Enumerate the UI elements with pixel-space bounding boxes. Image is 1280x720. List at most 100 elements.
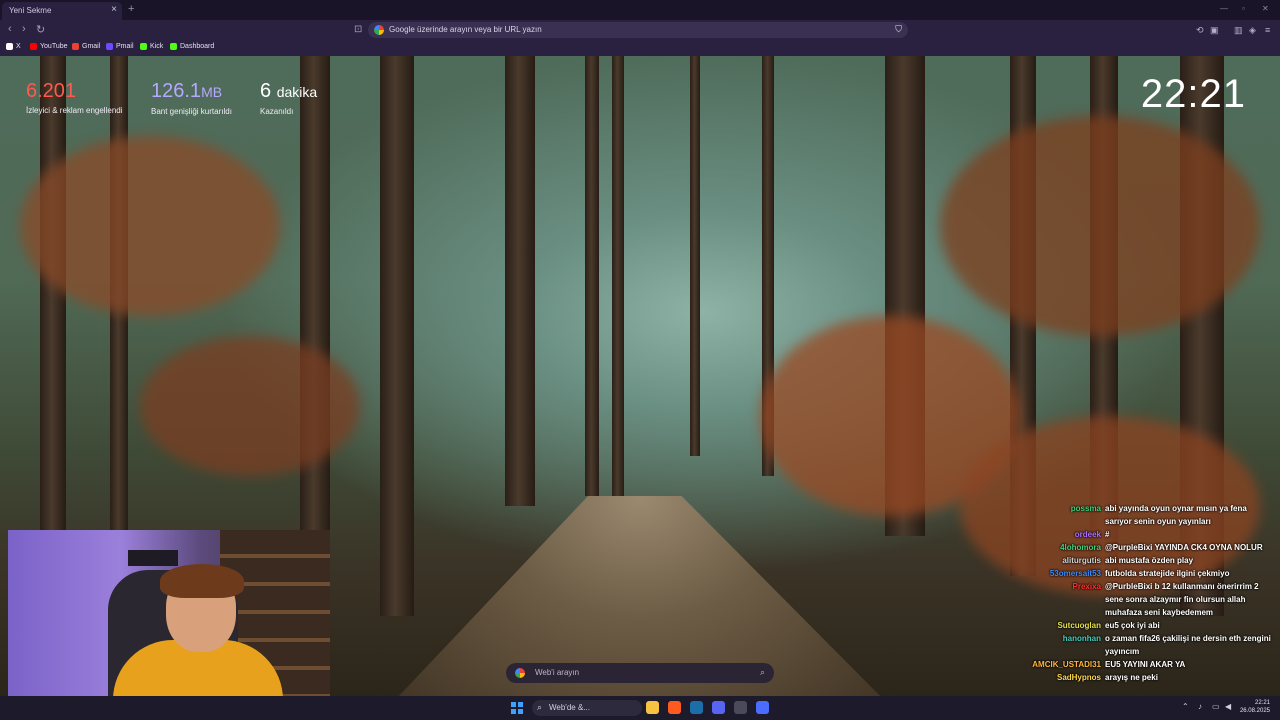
bookmark-gmail[interactable]: Gmail [72,43,100,50]
address-placeholder: Google üzerinde arayın veya bir URL yazı… [389,25,542,34]
bookmark-kick[interactable]: Kick [140,43,163,50]
bookmark-pmail[interactable]: Pmail [106,43,134,50]
chat-username: SadHypnos [1056,673,1101,682]
maximize-icon[interactable]: ▫ [1242,4,1245,13]
tab-new-tab[interactable]: Yeni Sekme × [2,2,122,20]
chat-text: arayış ne peki [1105,673,1158,682]
web-search-placeholder: Web'i arayın [535,668,580,677]
bookmark-x[interactable]: X [6,43,21,50]
bookmark-label: Pmail [116,43,134,50]
sidebar-icon[interactable]: ▥ [1234,25,1243,36]
address-bar[interactable]: Google üzerinde arayın veya bir URL yazı… [368,22,908,38]
stat-bandwidth-saved: 126.1MB Bant genişliği kurtarıldı [151,80,232,116]
bookmark-youtube[interactable]: YouTube [30,43,68,50]
chat-text: futbolda stratejide ilgini çekmiyo [1105,569,1230,578]
chat-text: @PurbleBixi b 12 kullanmanı önerirrim 2 … [1105,582,1259,617]
taskbar-date: 26.08.2025 [1239,708,1270,714]
chat-message: AMCIK_USTADI31 EU5 YAYINI AKAR YA [1000,658,1280,671]
chat-text: # [1105,530,1110,539]
brave-shield-icon[interactable]: ⛉ [895,24,902,35]
bookmarks-bar: X YouTube Gmail Pmail Kick Dashboard [0,40,1280,56]
chat-text: EU5 YAYINI AKAR YA [1105,660,1186,669]
steam-icon[interactable] [690,701,703,714]
chat-message: ordeek # [1000,528,1280,541]
stream-chat-overlay: possma abi yayında oyun oynar mısın ya fe… [1000,502,1280,684]
chat-username: AMCIK_USTADI31 [1032,660,1101,669]
taskbar-search[interactable]: ⌕ Web'de &... [532,700,642,716]
stat-trackers-value: 6.201 [26,80,77,102]
taskbar-time: 22:21 [1254,700,1270,706]
chevron-up-icon[interactable]: ⌃ [1182,702,1189,711]
chat-text: @PurpleBixi YAYINDA CK4 OYNA NOLUR [1105,543,1263,552]
bookmark-label: YouTube [40,43,68,50]
stat-trackers-label: İzleyici & reklam engellendi [26,106,123,115]
taskbar-clock[interactable]: 22:21 26.08.2025 [1240,699,1270,715]
chat-username: possma [1070,504,1101,513]
web-search-box[interactable]: Web'i arayın ⌕ [506,663,774,683]
app-icon[interactable] [756,701,769,714]
reload-icon[interactable]: ↻ [36,23,45,36]
stat-time-label: Kazanıldı [260,107,294,116]
chat-username: 53omersait53 [1049,569,1101,578]
vpn-icon[interactable]: ◈ [1249,25,1256,36]
chat-message: aliturgutis abi mustafa özden play [1000,554,1280,567]
desktop-screen: Yeni Sekme × + — ▫ ✕ ‹ › ↻ ⊡ Google üzer… [0,0,1280,720]
chat-message: 4lohomora @PurpleBixi YAYINDA CK4 OYNA NO… [1000,541,1280,554]
bookmark-label: Dashboard [180,43,215,50]
network-icon[interactable]: ▭ [1212,702,1220,711]
chat-message: Sutcuoglan eu5 çok iyi abi [1000,619,1280,632]
chat-username: hanonhan [1062,634,1101,643]
minimize-icon[interactable]: — [1220,4,1228,13]
kick-icon [140,43,147,50]
wallet-icon[interactable]: ▣ [1210,25,1219,36]
forward-icon[interactable]: › [22,23,26,35]
search-icon: ⌕ [537,702,543,712]
back-icon[interactable]: ‹ [8,23,12,35]
stat-trackers-blocked: 6.201 İzleyici & reklam engellendi [26,80,123,115]
stat-time-saved: 6 dakika Kazanıldı [260,80,317,116]
chat-message: SadHypnos arayış ne peki [1000,671,1280,684]
extensions-icon[interactable]: ⟲ [1196,25,1204,36]
windows-start-icon[interactable] [511,702,523,714]
file-explorer-icon[interactable] [646,701,659,714]
new-tab-icon[interactable]: + [128,3,134,15]
bookmark-dashboard[interactable]: Dashboard [170,43,214,50]
dashboard-icon [170,43,177,50]
webcam-overlay [8,530,330,710]
google-icon [374,25,384,35]
volume-icon[interactable]: ◀ [1225,702,1231,711]
chat-username: Prexixa [1072,582,1101,591]
youtube-icon [30,43,37,50]
window-close-icon[interactable]: ✕ [1262,4,1269,13]
search-icon[interactable]: ⌕ [760,667,765,678]
chat-username: Sutcuoglan [1057,621,1101,630]
chat-message: 53omersait53 futbolda stratejide ilgini ç… [1000,567,1280,580]
google-icon [515,668,525,678]
discord-icon[interactable] [712,701,725,714]
chat-text: o zaman fifa26 çakilişi ne dersin eth ze… [1105,634,1271,656]
chat-text: eu5 çok iyi abi [1105,621,1160,630]
chat-username: ordeek [1074,530,1101,539]
bookmark-label: Gmail [82,43,101,50]
microphone-icon[interactable]: ♪ [1198,702,1202,711]
chat-text: abi mustafa özden play [1105,556,1194,565]
chat-message: Prexixa @PurbleBixi b 12 kullanmanı öneri… [1000,580,1280,619]
clock-widget: 22:21 [1140,72,1246,116]
chat-username: 4lohomora [1060,543,1101,552]
chat-username: aliturgutis [1062,556,1101,565]
bookmark-icon[interactable]: ⊡ [354,24,362,35]
stat-bandwidth-label: Bant genişliği kurtarıldı [151,107,232,116]
brave-browser-icon[interactable] [668,701,681,714]
stat-time-value: 6 dakika [260,80,318,102]
x-icon [6,43,13,50]
chat-message: hanonhan o zaman fifa26 çakilişi ne dersi… [1000,632,1280,658]
menu-icon[interactable]: ≡ [1265,25,1270,35]
chat-text: abi yayında oyun oynar mısın ya fena sar… [1105,504,1247,526]
obs-icon[interactable] [734,701,747,714]
gmail-icon [72,43,79,50]
close-tab-icon[interactable]: × [111,4,117,15]
bookmark-label: Kick [150,43,164,50]
chat-message: possma abi yayında oyun oynar mısın ya fe… [1000,502,1280,528]
tab-bar: Yeni Sekme × + — ▫ ✕ [0,0,1280,20]
bookmark-label: X [16,43,21,50]
